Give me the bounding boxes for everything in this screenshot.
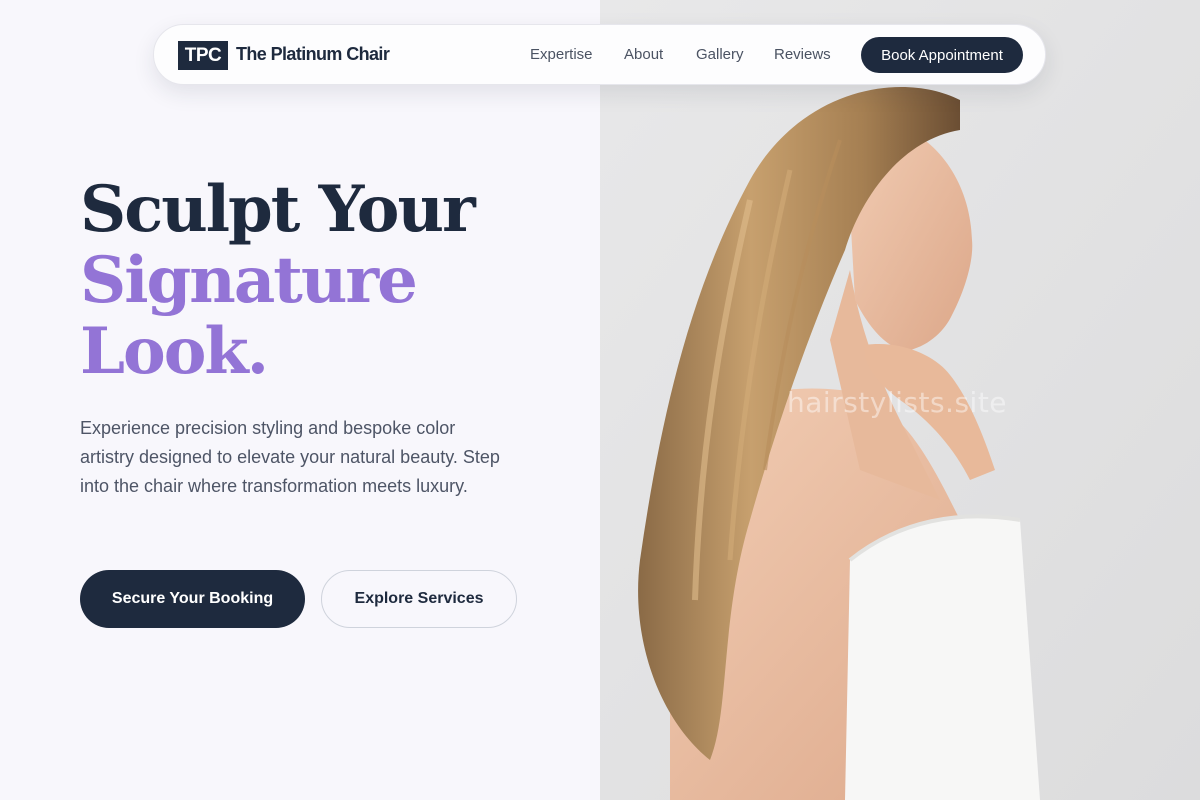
nav-link-expertise[interactable]: Expertise <box>530 46 593 63</box>
nav-link-gallery[interactable]: Gallery <box>696 46 744 63</box>
hero-left-pane <box>0 0 600 800</box>
top-navigation-bar: TPC The Platinum Chair Expertise About G… <box>153 24 1046 85</box>
brand-logo-mark[interactable]: TPC <box>178 41 228 70</box>
headline-line-1: Sculpt Your <box>80 172 476 247</box>
brand-name[interactable]: The Platinum Chair <box>236 44 390 65</box>
headline-line-3: Look. <box>80 314 269 389</box>
hero-description: Experience precision styling and bespoke… <box>80 418 500 496</box>
image-watermark: hairstylists.site <box>787 386 1008 419</box>
headline-line-2: Signature <box>80 243 418 318</box>
book-appointment-button[interactable]: Book Appointment <box>861 37 1023 73</box>
hero-headline: Sculpt Your Signature Look. <box>80 172 476 389</box>
secure-booking-button[interactable]: Secure Your Booking <box>80 570 305 628</box>
nav-link-about[interactable]: About <box>624 46 663 63</box>
explore-services-button[interactable]: Explore Services <box>321 570 517 628</box>
nav-link-reviews[interactable]: Reviews <box>774 46 831 63</box>
